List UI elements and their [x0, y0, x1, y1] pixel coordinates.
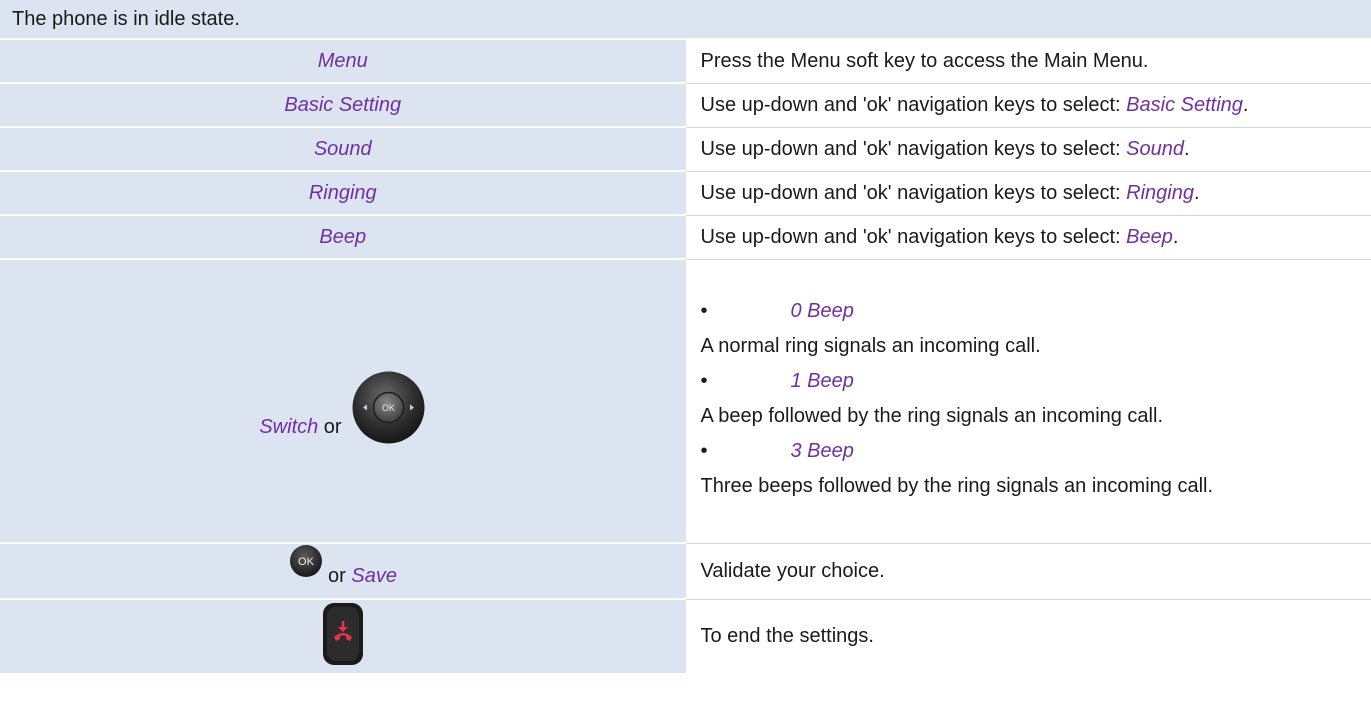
desc-prefix: Use up-down and 'ok' navigation keys to … [700, 137, 1127, 160]
ok-key: OK or Save [0, 543, 686, 600]
step-row: Basic Setting Use up-down and 'ok' navig… [0, 83, 1371, 128]
desc-suffix: . [1184, 137, 1190, 160]
desc-emphasis: Ringing [1126, 181, 1194, 204]
step-key-label: Beep [319, 225, 367, 248]
end-key [0, 599, 686, 673]
switch-description: • 0 Beep A normal ring signals an incomin… [685, 259, 1371, 544]
header-row: The phone is in idle state. [0, 0, 1371, 40]
or-text: or [322, 565, 352, 587]
step-row: Beep Use up-down and 'ok' navigation key… [0, 215, 1371, 260]
option-description: A beep followed by the ring signals an i… [700, 404, 1164, 427]
step-description: Use up-down and 'ok' navigation keys to … [685, 83, 1371, 128]
step-description: Use up-down and 'ok' navigation keys to … [685, 127, 1371, 172]
ok-button-icon: OK [289, 544, 323, 578]
step-key: Menu [0, 39, 686, 84]
switch-label: Switch [259, 415, 319, 438]
ok-row: OK or Save Validate your choice. [0, 543, 1371, 600]
option-label: 1 Beep [790, 369, 854, 392]
ok-description: Validate your choice. [685, 543, 1371, 600]
switch-key: Switch or OK [0, 259, 686, 544]
desc-suffix: . [1172, 225, 1179, 248]
option-label: 0 Beep [790, 299, 854, 322]
option-item: • 3 Beep [701, 436, 1371, 466]
desc-emphasis: Sound [1126, 137, 1184, 160]
bullet: • [700, 299, 708, 322]
step-row: Sound Use up-down and 'ok' navigation ke… [0, 127, 1371, 172]
desc-suffix: . [1242, 93, 1249, 116]
steps-table: The phone is in idle state. Menu Press t… [0, 0, 1371, 673]
step-key-label: Sound [313, 137, 372, 160]
option-item: • 0 Beep [701, 296, 1371, 326]
step-key: Beep [0, 215, 686, 260]
desc-prefix: Use up-down and 'ok' navigation keys to … [700, 93, 1127, 116]
desc-emphasis: Basic Setting [1126, 93, 1243, 116]
or-text: or [318, 415, 348, 438]
desc-prefix: Use up-down and 'ok' navigation keys to … [700, 225, 1127, 248]
switch-row: Switch or OK • 0 Beep A normal ring sign… [0, 259, 1371, 544]
hang-up-key-icon [321, 601, 365, 667]
desc-emphasis: Beep [1126, 225, 1173, 248]
step-description: Press the Menu soft key to access the Ma… [685, 39, 1371, 84]
bullet: • [700, 369, 708, 392]
ok-label: OK [298, 556, 315, 568]
desc-prefix: Use up-down and 'ok' navigation keys to … [700, 181, 1127, 204]
svg-text:OK: OK [382, 403, 395, 413]
step-key-label: Menu [317, 49, 368, 72]
instructions-page: The phone is in idle state. Menu Press t… [0, 0, 1371, 727]
end-row: To end the settings. [0, 599, 1371, 673]
step-key: Basic Setting [0, 83, 686, 128]
step-row: Ringing Use up-down and 'ok' navigation … [0, 171, 1371, 216]
bullet: • [700, 439, 708, 462]
option-description: A normal ring signals an incoming call. [700, 334, 1041, 357]
option-description: Three beeps followed by the ring signals… [700, 474, 1214, 497]
step-key-label: Basic Setting [284, 93, 402, 116]
step-key-label: Ringing [308, 181, 377, 204]
option-label: 3 Beep [790, 439, 854, 462]
step-description: Use up-down and 'ok' navigation keys to … [685, 215, 1371, 260]
save-label: Save [351, 565, 397, 587]
step-description: Use up-down and 'ok' navigation keys to … [685, 171, 1371, 216]
step-key: Sound [0, 127, 686, 172]
nav-pad-icon: OK [351, 370, 426, 445]
header-text: The phone is in idle state. [0, 0, 1371, 40]
step-key: Ringing [0, 171, 686, 216]
option-item: • 1 Beep [701, 366, 1371, 396]
step-row: Menu Press the Menu soft key to access t… [0, 39, 1371, 84]
desc-suffix: . [1193, 181, 1200, 204]
end-description: To end the settings. [685, 599, 1371, 673]
